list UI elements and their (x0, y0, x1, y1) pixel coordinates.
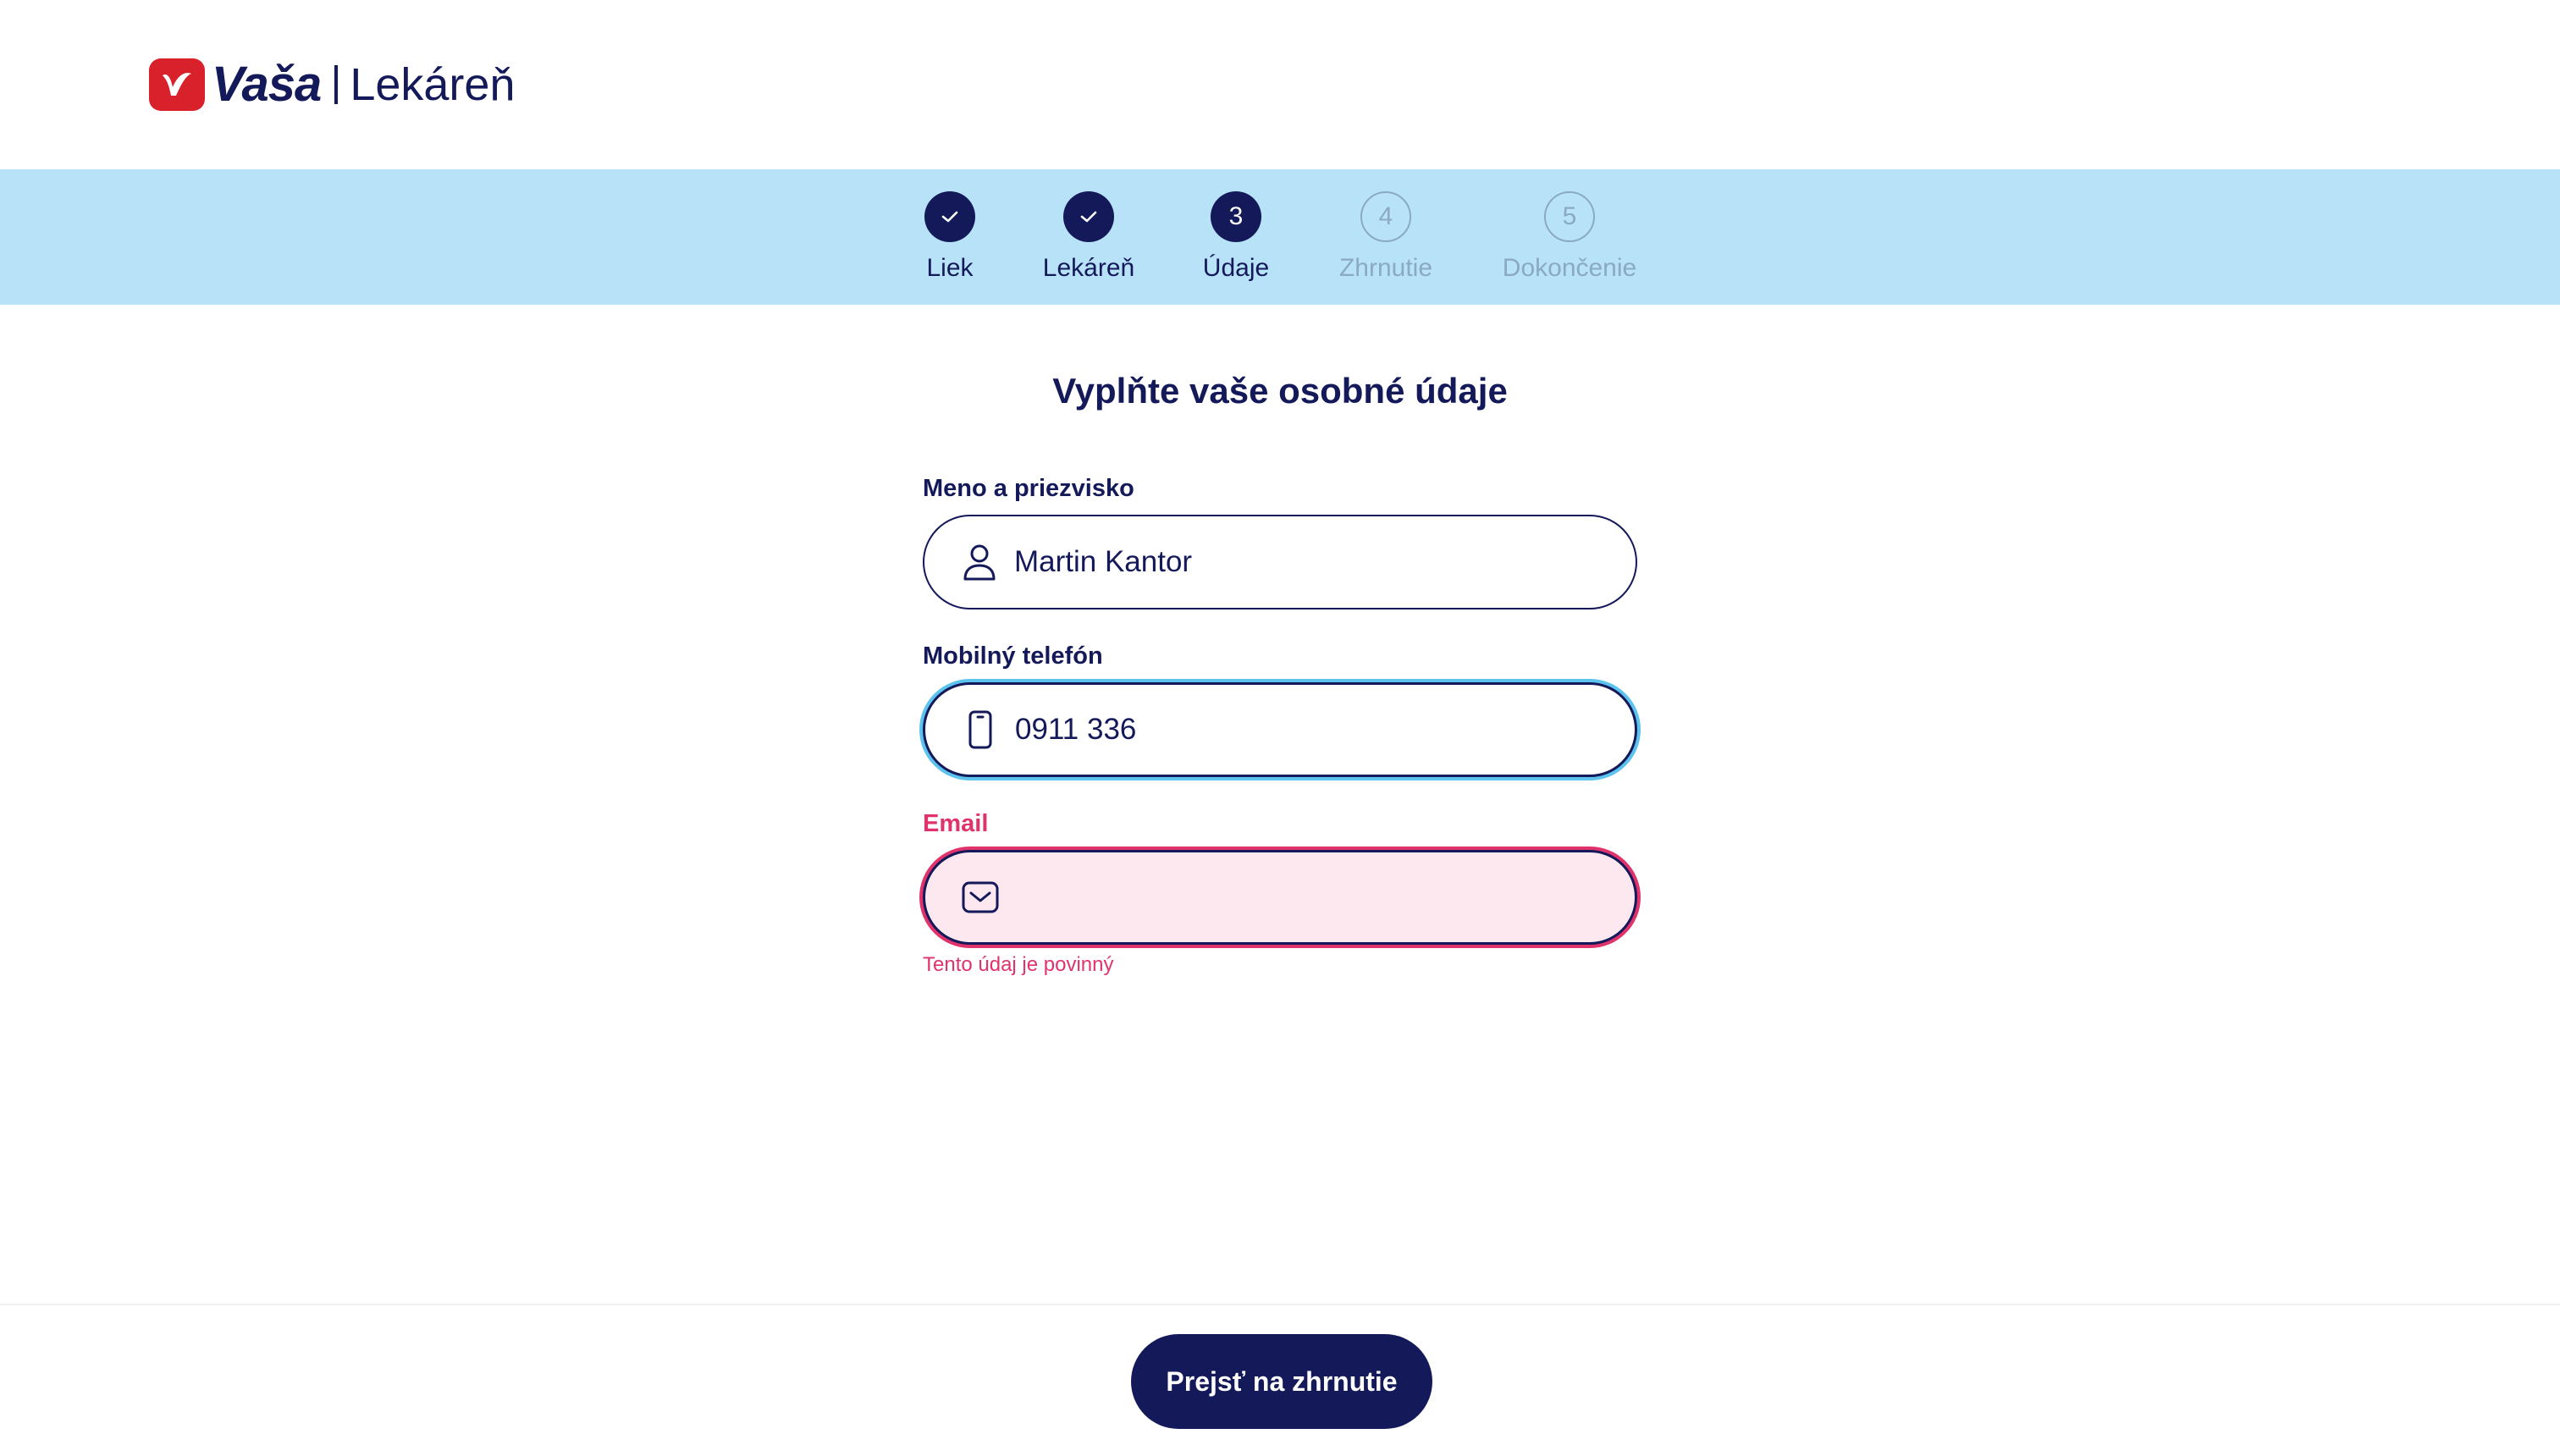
check-icon (924, 191, 975, 242)
phone-input[interactable] (1015, 713, 1608, 747)
mail-icon (959, 876, 1001, 918)
check-icon (1063, 191, 1114, 242)
logo-mark-icon (149, 58, 205, 111)
name-field-group: Meno a priezvisko (923, 474, 1637, 609)
step-number: 4 (1360, 191, 1411, 242)
header: Vaša Lekáreň (0, 0, 2560, 169)
page-title: Vyplňte vaše osobné údaje (1052, 371, 1508, 411)
progress-stepper: Liek Lekáreň 3 Údaje 4 Zhrnutie 5 Dokonč… (0, 169, 2560, 305)
name-input[interactable] (1014, 545, 1607, 579)
step-label: Zhrnutie (1338, 254, 1433, 282)
logo-brand: Vaša (212, 57, 322, 112)
phone-field-group: Mobilný telefón (923, 642, 1637, 777)
step-number: 5 (1544, 191, 1595, 242)
step-label: Údaje (1202, 254, 1270, 282)
name-input-wrapper[interactable] (923, 515, 1637, 609)
logo[interactable]: Vaša Lekáreň (149, 58, 515, 112)
email-label: Email (923, 810, 989, 837)
email-input[interactable] (1015, 880, 1608, 914)
step-label: Dokončenie (1502, 254, 1637, 282)
name-label: Meno a priezvisko (923, 475, 1134, 502)
page: Vaša Lekáreň Liek Lekáreň 3 Údaje 4 Zhrn… (0, 0, 2560, 1456)
phone-icon (959, 709, 1001, 751)
phone-label: Mobilný telefón (923, 643, 1103, 670)
step-number: 3 (1211, 191, 1261, 242)
email-field-group: Email Tento údaj je povinný (923, 809, 1637, 977)
logo-subtitle: Lekáreň (350, 59, 516, 110)
person-icon (958, 541, 1001, 583)
email-error-message: Tento údaj je povinný (923, 953, 1114, 976)
step-label: Liek (926, 254, 974, 282)
continue-to-summary-button[interactable]: Prejsť na zhrnutie (1131, 1334, 1432, 1429)
step-dokoncenie: 5 Dokončenie (1476, 191, 1663, 283)
email-input-wrapper[interactable] (923, 850, 1637, 945)
logo-divider (334, 65, 339, 104)
phone-input-wrapper[interactable] (923, 682, 1637, 777)
personal-details-form: Meno a priezvisko Mobilný telefón (923, 474, 1637, 1009)
step-zhrnutie: 4 Zhrnutie (1293, 191, 1479, 283)
step-label: Lekáreň (1042, 254, 1135, 282)
